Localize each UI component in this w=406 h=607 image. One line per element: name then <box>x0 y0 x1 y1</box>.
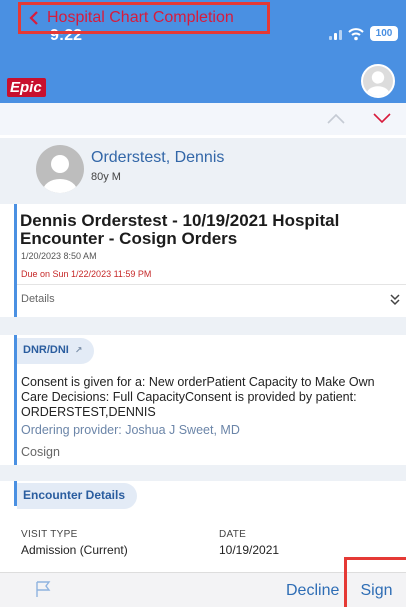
date-label: DATE <box>219 529 247 540</box>
ordering-provider: Ordering provider: Joshua J Sweet, MD <box>21 423 240 437</box>
back-button[interactable]: Hospital Chart Completion <box>18 2 270 34</box>
task-due-date: Due on Sun 1/22/2023 11:59 PM <box>21 269 152 279</box>
chevron-down-icon[interactable] <box>373 112 391 124</box>
chevron-left-icon <box>29 11 38 25</box>
section-gap <box>0 317 406 335</box>
nav-bar <box>0 103 406 135</box>
task-title: Dennis Orderstest - 10/19/2021 Hospital … <box>20 211 340 248</box>
flag-icon[interactable] <box>34 580 52 598</box>
signal-icon <box>329 28 342 40</box>
cosign-status: Cosign <box>21 445 60 459</box>
decline-button[interactable]: Decline <box>286 582 339 600</box>
wifi-icon <box>348 27 364 40</box>
date-value: 10/19/2021 <box>219 543 280 557</box>
details-toggle[interactable]: Details <box>21 293 55 305</box>
sign-button[interactable]: Sign <box>344 557 406 607</box>
patient-name[interactable]: Orderstest, Dennis <box>91 149 224 167</box>
encounter-details-header[interactable]: Encounter Details <box>17 483 138 509</box>
epic-logo: Epic <box>7 78 46 97</box>
chevron-up-icon[interactable] <box>327 112 345 124</box>
double-chevron-down-icon[interactable] <box>390 294 400 306</box>
visit-type-value: Admission (Current) <box>21 543 128 557</box>
patient-avatar-icon <box>36 145 84 193</box>
user-avatar-icon[interactable] <box>361 64 395 98</box>
section-gap <box>0 465 406 481</box>
battery-icon: 100 <box>370 26 398 41</box>
dnr-header[interactable]: DNR/DNI ↗ <box>17 338 95 364</box>
pin-icon: ↗ <box>74 345 83 355</box>
back-button-label: Hospital Chart Completion <box>47 9 234 26</box>
task-date: 1/20/2023 8:50 AM <box>21 251 97 261</box>
divider <box>17 284 406 285</box>
patient-demographics: 80y M <box>91 171 121 183</box>
visit-type-label: VISIT TYPE <box>21 529 78 540</box>
order-description: Consent is given for a: New orderPatient… <box>21 375 375 419</box>
dnr-header-label: DNR/DNI <box>23 344 69 356</box>
sign-button-label: Sign <box>360 581 393 599</box>
